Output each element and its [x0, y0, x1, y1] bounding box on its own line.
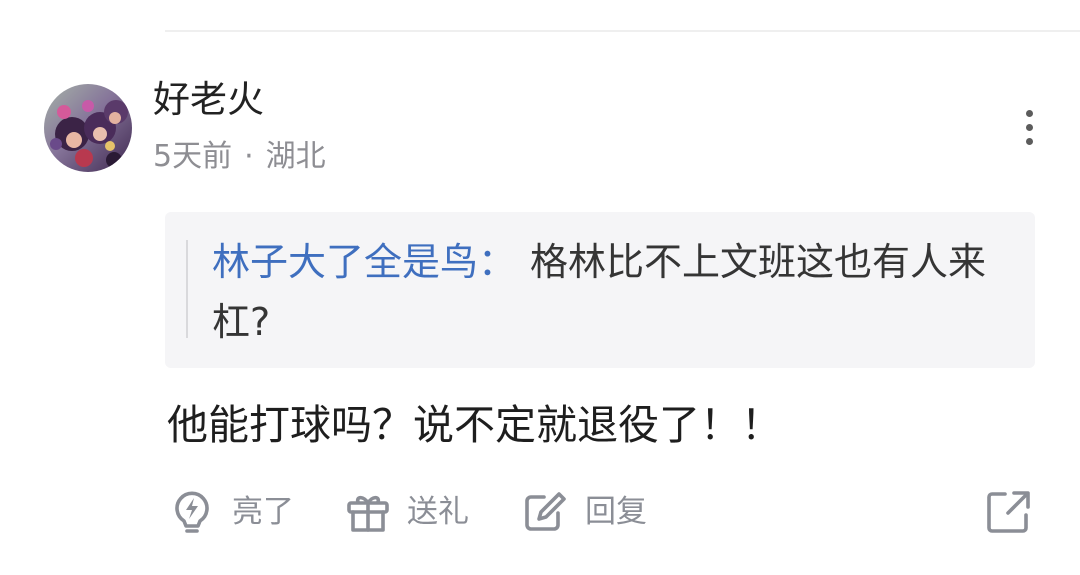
- avatar-image: [44, 84, 132, 172]
- like-button[interactable]: 亮了: [170, 486, 294, 538]
- more-button[interactable]: [1016, 104, 1044, 152]
- more-dot: [1026, 110, 1033, 117]
- gift-button[interactable]: 送礼: [345, 486, 469, 538]
- quote-bar: [186, 240, 188, 338]
- share-icon: [987, 491, 1030, 533]
- comment-meta: 5天前 · 湖北: [153, 137, 326, 177]
- edit-icon: [525, 492, 566, 531]
- gift-icon: [347, 495, 389, 532]
- comment-time: 5天前: [153, 139, 233, 174]
- comment-item: 好老火 5天前 · 湖北 林子大了全是鸟： 格林比不上文班这也有人来杠? 他能打球吗？…: [0, 0, 1080, 575]
- quoted-reply[interactable]: 林子大了全是鸟： 格林比不上文班这也有人来杠?: [165, 212, 1035, 368]
- reply-button[interactable]: 回复: [521, 486, 647, 538]
- quote-separator: ：: [478, 240, 517, 284]
- comment-body: 他能打球吗？说不定就退役了！！: [167, 401, 782, 449]
- reply-label: 回复: [585, 494, 647, 530]
- more-vertical-icon: [1026, 110, 1034, 148]
- lightbulb-icon: [175, 491, 209, 533]
- meta-separator: ·: [244, 139, 254, 174]
- comment-location: 湖北: [265, 139, 326, 174]
- username[interactable]: 好老火: [153, 78, 264, 122]
- gift-label: 送礼: [407, 494, 469, 530]
- quote-author[interactable]: 林子大了全是鸟: [212, 240, 478, 284]
- more-dot: [1026, 138, 1033, 145]
- top-divider: [165, 30, 1080, 32]
- more-dot: [1026, 124, 1033, 131]
- like-label: 亮了: [232, 494, 294, 530]
- share-button[interactable]: [984, 486, 1032, 538]
- quote-content: 林子大了全是鸟： 格林比不上文班这也有人来杠?: [212, 232, 1012, 352]
- user-avatar[interactable]: [44, 84, 132, 172]
